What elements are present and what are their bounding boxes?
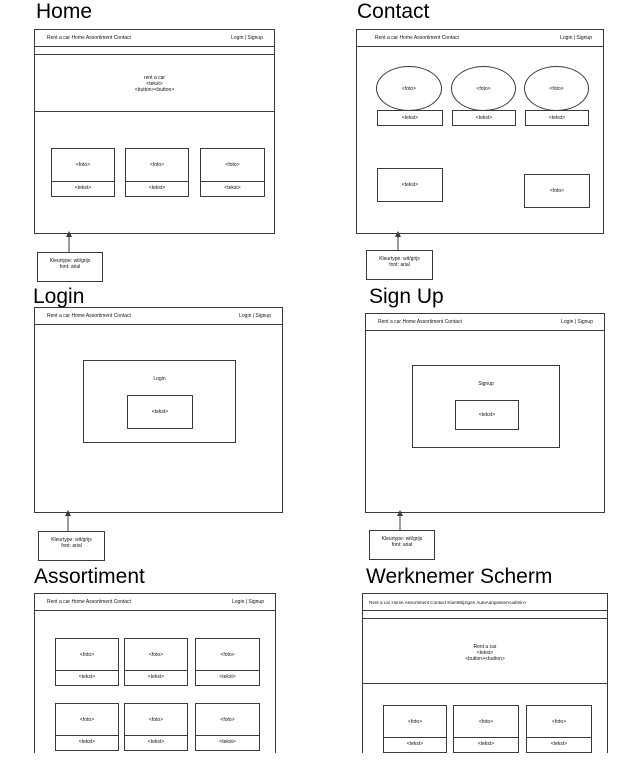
login-title: Login bbox=[33, 285, 85, 308]
werknemer-card: <foto> <tekst> bbox=[526, 705, 592, 753]
contact-style-note: Kleurtype: wit/grijs font: arial bbox=[366, 250, 433, 280]
assortiment-nav-auth: Login | Signup bbox=[232, 599, 264, 605]
home-card-tekst: <tekst> bbox=[148, 185, 166, 191]
assortiment-card: <foto> <tekst> bbox=[195, 703, 260, 751]
login-wireframe: Rent a car Home Assortiment Contact Logi… bbox=[34, 307, 283, 513]
assortiment-navbar: Rent a car Home Assortiment Contact Logi… bbox=[35, 594, 275, 611]
werknemer-card-foto: <foto> bbox=[384, 706, 446, 738]
home-annotation-arrow bbox=[66, 231, 72, 252]
contact-title: Contact bbox=[357, 0, 430, 23]
contact-foto-ellipse: <foto> bbox=[376, 66, 442, 111]
assortiment-card: <foto> <tekst> bbox=[55, 703, 119, 751]
home-nav-links: Rent a car Home Assortiment Contact bbox=[47, 35, 131, 41]
werknemer-title: Werknemer Scherm bbox=[366, 565, 553, 588]
signup-panel-title: Signup bbox=[478, 381, 494, 387]
assortiment-card-tekst: <tekst> bbox=[219, 674, 236, 680]
signup-style-note: Kleurtype: wit/grijs font: arial bbox=[369, 530, 435, 560]
werknemer-navbar: Rent a car Home Assortiment Contact Klan… bbox=[363, 594, 607, 611]
assortiment-card-foto: <foto> bbox=[56, 639, 118, 671]
note-line: font: arial bbox=[389, 262, 410, 268]
home-navbar: Rent a car Home Assortiment Contact Logi… bbox=[35, 30, 274, 47]
contact-tekst-box: <tekst> bbox=[377, 110, 443, 126]
werknemer-card: <foto> <tekst> bbox=[383, 705, 447, 753]
login-navbar: Rent a car Home Assortiment Contact Logi… bbox=[35, 308, 282, 325]
werknemer-nav-links: Rent a car Home Assortiment Contact Klan… bbox=[369, 600, 527, 605]
assortiment-card-foto: <foto> bbox=[125, 639, 187, 671]
login-nav-auth: Login | Signup bbox=[239, 313, 271, 319]
assortiment-card: <foto> <tekst> bbox=[55, 638, 119, 686]
contact-navbar: Rent a car Home Assortiment Contact Logi… bbox=[357, 30, 603, 47]
assortiment-card-tekst: <tekst> bbox=[78, 674, 96, 680]
assortiment-card-tekst: <tekst> bbox=[219, 739, 236, 745]
werknemer-card-tekst: <tekst> bbox=[477, 741, 495, 747]
assortiment-card-tekst: <tekst> bbox=[147, 739, 165, 745]
login-nav-links: Rent a car Home Assortiment Contact bbox=[47, 313, 131, 319]
home-title: Home bbox=[36, 0, 93, 23]
login-panel-title: Login bbox=[153, 376, 166, 382]
werknemer-card-foto: <foto> bbox=[527, 706, 591, 738]
home-card-tekst: <tekst> bbox=[74, 185, 92, 191]
contact-foto-ellipse: <foto> bbox=[524, 66, 589, 111]
home-card: <foto> <tekst> bbox=[51, 148, 115, 197]
home-nav-auth: Login | Signup bbox=[231, 35, 263, 41]
signup-navbar: Rent a car Home Assortiment Contact Logi… bbox=[366, 314, 604, 331]
signup-nav-links: Rent a car Home Assortiment Contact bbox=[378, 319, 462, 325]
werknemer-card-tekst: <tekst> bbox=[406, 741, 424, 747]
assortiment-nav-links: Rent a car Home Assortiment Contact bbox=[47, 599, 131, 605]
contact-nav-auth: Login | Signup bbox=[560, 35, 592, 41]
login-inner-tekst: <tekst> bbox=[127, 395, 193, 429]
contact-wireframe: Rent a car Home Assortiment Contact Logi… bbox=[356, 29, 604, 234]
signup-inner-tekst: <tekst> bbox=[455, 400, 519, 430]
contact-tekst-box: <tekst> bbox=[452, 110, 516, 126]
home-card-tekst: <tekst> bbox=[224, 185, 241, 191]
assortiment-card: <foto> <tekst> bbox=[124, 703, 188, 751]
werknemer-hero: Rent a car <tekst> <button><button> bbox=[363, 619, 607, 684]
werknemer-card-tekst: <tekst> bbox=[550, 741, 568, 747]
signup-annotation-arrow bbox=[397, 510, 403, 531]
signup-panel: Signup <tekst> bbox=[412, 365, 560, 448]
signup-nav-auth: Login | Signup bbox=[561, 319, 593, 325]
assortiment-card-foto: <foto> bbox=[196, 639, 259, 671]
contact-foto-ellipse: <foto> bbox=[451, 66, 516, 111]
assortiment-card-foto: <foto> bbox=[125, 704, 187, 736]
contact-bottom-foto: <foto> bbox=[524, 174, 590, 208]
signup-title: Sign Up bbox=[369, 285, 444, 308]
login-style-note: Kleurtype: wit/grijs font: arial bbox=[38, 531, 105, 561]
assortiment-card: <foto> <tekst> bbox=[195, 638, 260, 686]
assortiment-card-tekst: <tekst> bbox=[78, 739, 96, 745]
werknemer-card-foto: <foto> bbox=[454, 706, 518, 738]
note-line: font: arial bbox=[391, 542, 413, 548]
assortiment-wireframe: Rent a car Home Assortiment Contact Logi… bbox=[34, 593, 276, 753]
werknemer-subbar bbox=[363, 611, 607, 619]
assortiment-card: <foto> <tekst> bbox=[124, 638, 188, 686]
note-line: font: arial bbox=[61, 543, 82, 549]
home-wireframe: Rent a car Home Assortiment Contact Logi… bbox=[34, 29, 275, 234]
login-annotation-arrow bbox=[65, 510, 71, 531]
home-hero: rent a car <tekst> <button><button> bbox=[35, 55, 274, 112]
werknemer-card: <foto> <tekst> bbox=[453, 705, 519, 753]
home-card-foto: <foto> bbox=[201, 149, 264, 182]
home-style-note: Kleurtype: wit/grijs font: arial bbox=[37, 252, 103, 282]
home-hero-buttons: <button><button> bbox=[134, 87, 175, 93]
assortiment-card-foto: <foto> bbox=[196, 704, 259, 736]
contact-nav-links: Rent a car Home Assortiment Contact bbox=[375, 35, 459, 41]
home-card: <foto> <tekst> bbox=[200, 148, 265, 197]
assortiment-card-foto: <foto> bbox=[56, 704, 118, 736]
home-card-foto: <foto> bbox=[126, 149, 188, 182]
werknemer-wireframe: Rent a car Home Assortiment Contact Klan… bbox=[362, 593, 608, 753]
assortiment-card-tekst: <tekst> bbox=[147, 674, 165, 680]
werknemer-hero-buttons: <button><button> bbox=[465, 656, 505, 662]
note-line: font: arial bbox=[59, 264, 81, 270]
signup-wireframe: Rent a car Home Assortiment Contact Logi… bbox=[365, 313, 605, 513]
assortiment-title: Assortiment bbox=[34, 565, 145, 588]
contact-bottom-tekst: <tekst> bbox=[377, 168, 443, 202]
contact-tekst-box: <tekst> bbox=[525, 110, 589, 126]
home-card-foto: <foto> bbox=[52, 149, 114, 182]
home-subbar bbox=[35, 47, 274, 55]
home-card: <foto> <tekst> bbox=[125, 148, 189, 197]
login-panel: Login <tekst> bbox=[83, 360, 236, 443]
